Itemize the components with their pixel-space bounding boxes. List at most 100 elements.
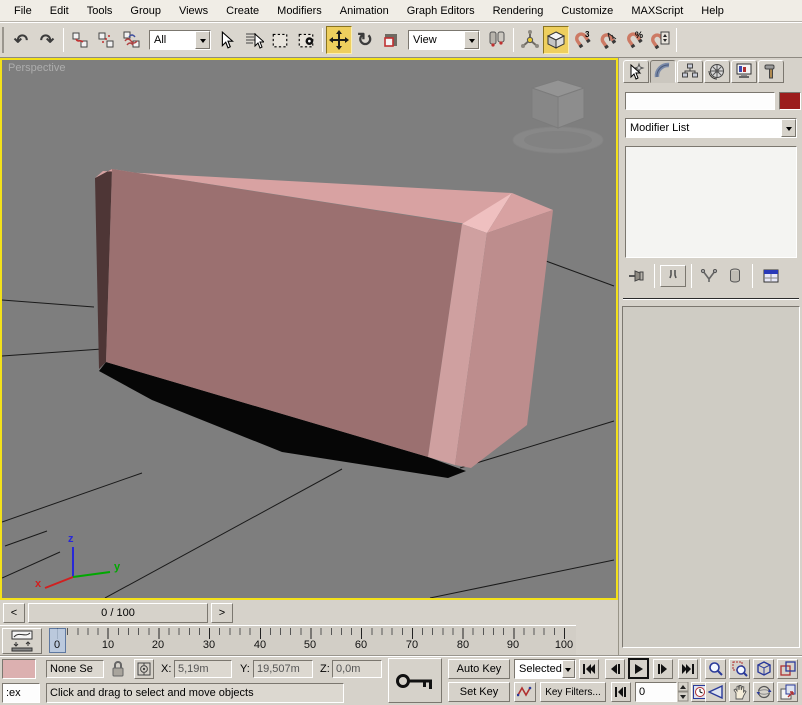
set-key-button[interactable]: Set Key xyxy=(448,682,510,702)
spinner-snap-toggle-button[interactable] xyxy=(647,26,673,54)
key-filters-button[interactable]: Key Filters... xyxy=(540,682,606,702)
chamfer-box-object[interactable] xyxy=(95,169,553,468)
separator xyxy=(752,264,753,288)
key-mode-toggle-button[interactable] xyxy=(611,682,631,702)
configure-modifier-sets-button[interactable] xyxy=(758,265,784,287)
pan-view-button[interactable] xyxy=(729,682,750,702)
selection-lock-toggle[interactable] xyxy=(110,660,128,678)
tab-hierarchy[interactable] xyxy=(677,60,703,83)
arc-rotate-button[interactable] xyxy=(753,682,774,702)
z-coordinate-field[interactable]: 0,0m xyxy=(332,660,382,678)
viewcube[interactable] xyxy=(513,80,603,153)
show-end-result-button[interactable] xyxy=(660,265,686,287)
zoom-button[interactable] xyxy=(705,659,726,679)
track-bar[interactable]: 0 10 20 30 40 50 60 70 80 90 100 xyxy=(0,625,576,657)
default-tangent-button[interactable] xyxy=(514,682,536,702)
auto-key-button[interactable]: Auto Key xyxy=(448,659,510,679)
toolbar-grip[interactable] xyxy=(2,27,6,53)
perspective-viewport[interactable]: z x y Perspective xyxy=(0,58,618,600)
menu-create[interactable]: Create xyxy=(218,3,267,19)
percent-snap-toggle-button[interactable]: % xyxy=(621,26,647,54)
modifier-list-arrow[interactable] xyxy=(781,119,796,137)
use-pivot-point-center-button[interactable] xyxy=(484,26,510,54)
time-slider-next-button[interactable]: > xyxy=(211,603,233,623)
current-frame-field[interactable]: 0 xyxy=(635,682,677,702)
unlink-selection-button[interactable] xyxy=(93,26,119,54)
zoom-extents-all-button[interactable] xyxy=(777,659,798,679)
select-and-rotate-button[interactable]: ↻ xyxy=(352,26,378,54)
tab-utilities[interactable] xyxy=(758,60,784,83)
object-name-field[interactable] xyxy=(625,92,775,110)
maxscript-mini-listener[interactable]: :ex xyxy=(2,683,40,703)
select-object-button[interactable] xyxy=(215,26,241,54)
pin-stack-button[interactable] xyxy=(625,265,649,287)
select-and-move-button[interactable] xyxy=(326,26,352,54)
viewport-canvas[interactable]: z x y xyxy=(2,60,616,598)
time-slider-prev-button[interactable]: < xyxy=(3,603,25,623)
tab-motion[interactable] xyxy=(704,60,730,83)
select-by-name-button[interactable] xyxy=(241,26,267,54)
key-mode-dropdown[interactable]: Selected xyxy=(514,659,576,679)
bind-to-space-warp-button[interactable] xyxy=(119,26,145,54)
menu-views[interactable]: Views xyxy=(171,3,216,19)
redo-button[interactable]: ↷ xyxy=(34,26,60,54)
rectangular-selection-region-button[interactable] xyxy=(267,26,293,54)
tab-display[interactable] xyxy=(731,60,757,83)
x-coordinate-label: X: xyxy=(161,663,171,675)
go-to-end-button[interactable] xyxy=(678,659,698,679)
viewport-label[interactable]: Perspective xyxy=(8,62,65,74)
selection-filter-dropdown[interactable]: All xyxy=(149,30,211,50)
zoom-region-button[interactable] xyxy=(729,659,750,679)
time-slider[interactable]: 0 / 100 xyxy=(28,603,208,623)
menu-modifiers[interactable]: Modifiers xyxy=(269,3,330,19)
menu-edit[interactable]: Edit xyxy=(42,3,77,19)
remove-modifier-button[interactable] xyxy=(723,265,747,287)
menu-file[interactable]: File xyxy=(6,3,40,19)
x-coordinate-field[interactable]: 5,19m xyxy=(174,660,232,678)
select-and-scale-button[interactable] xyxy=(378,26,404,54)
modifier-stack-list[interactable] xyxy=(625,146,797,258)
play-icon xyxy=(634,663,644,675)
frame-spinner[interactable] xyxy=(678,682,689,702)
next-frame-button[interactable] xyxy=(653,659,673,679)
key-mode-arrow[interactable] xyxy=(562,660,575,678)
prev-frame-arrow: < xyxy=(11,607,17,619)
snap-3d-toggle-button[interactable]: 3 xyxy=(569,26,595,54)
zoom-extents-button[interactable] xyxy=(753,659,774,679)
modifier-list-dropdown[interactable]: Modifier List xyxy=(625,118,797,138)
coordinate-system-arrow[interactable] xyxy=(464,31,479,49)
min-max-viewport-toggle-button[interactable] xyxy=(777,682,798,702)
menu-maxscript[interactable]: MAXScript xyxy=(623,3,691,19)
make-unique-button[interactable] xyxy=(697,265,721,287)
menu-tools[interactable]: Tools xyxy=(79,3,121,19)
selection-filter-arrow[interactable] xyxy=(195,31,210,49)
angle-snap-icon xyxy=(597,30,619,50)
reference-coordinate-system-dropdown[interactable]: View xyxy=(408,30,480,50)
3ds-max-window: { "menu_bar": { "items": ["File","Edit",… xyxy=(0,0,802,705)
snaps-toggle-button[interactable] xyxy=(543,26,569,54)
select-and-link-button[interactable] xyxy=(67,26,93,54)
absolute-offset-mode-toggle[interactable] xyxy=(134,659,154,679)
tab-modify[interactable] xyxy=(650,60,676,83)
tab-create[interactable] xyxy=(623,60,649,83)
menu-help[interactable]: Help xyxy=(693,3,732,19)
previous-frame-button[interactable] xyxy=(605,659,625,679)
menu-rendering[interactable]: Rendering xyxy=(485,3,552,19)
play-animation-button[interactable] xyxy=(628,658,649,679)
angle-snap-toggle-button[interactable] xyxy=(595,26,621,54)
field-of-view-button[interactable] xyxy=(705,682,726,702)
rollout-separator xyxy=(623,298,799,300)
go-to-start-button[interactable] xyxy=(579,659,599,679)
menu-animation[interactable]: Animation xyxy=(332,3,397,19)
object-color-swatch[interactable] xyxy=(779,92,801,110)
menu-customize[interactable]: Customize xyxy=(553,3,621,19)
open-mini-curve-editor-button[interactable] xyxy=(2,628,42,654)
select-and-manipulate-button[interactable] xyxy=(517,26,543,54)
set-keys-button[interactable] xyxy=(388,658,442,703)
undo-button[interactable]: ↶ xyxy=(8,26,34,54)
selected-object-color-swatch[interactable] xyxy=(2,659,36,679)
window-crossing-toggle-button[interactable] xyxy=(293,26,319,54)
menu-graph-editors[interactable]: Graph Editors xyxy=(399,3,483,19)
menu-group[interactable]: Group xyxy=(122,3,169,19)
y-coordinate-field[interactable]: 19,507m xyxy=(253,660,313,678)
